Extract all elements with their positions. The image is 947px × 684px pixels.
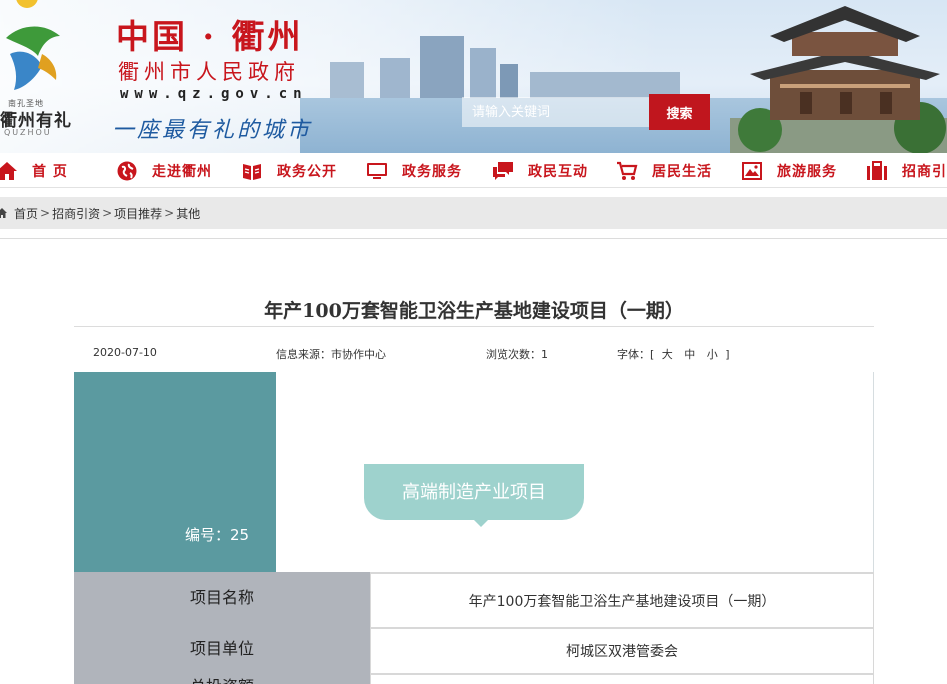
breadcrumb-separator: > [164,206,175,220]
search-box: 搜索 [462,94,710,130]
skyline-building [330,62,364,98]
font-bracket-open: [ [650,348,655,361]
briefcase-icon [867,160,887,180]
article-date: 2020-07-10 [93,346,157,359]
main-nav: 首 页 走进衢州 政务公开 政务服务 政民互动 居民生活 旅游服务 招商引 [0,153,947,188]
nav-label: 政民互动 [528,163,588,180]
article-source: 信息来源：市协作中心 [276,346,386,362]
breadcrumb: 首页 > 招商引资 > 项目推荐 > 其他 [0,197,200,229]
nav-item-living[interactable]: 居民生活 [616,153,712,188]
nav-item-tourism[interactable]: 旅游服务 [741,153,837,188]
info-value: 柯城区双港管委会 [370,627,874,673]
nav-item-services[interactable]: 政务服务 [366,153,462,188]
site-title: 中国 · 衢州 [116,17,304,56]
picture-icon [742,161,762,180]
views-value: 1 [541,348,548,361]
hero-left-panel: 编号：25 [74,372,276,572]
breadcrumb-bar: 首页 > 招商引资 > 项目推荐 > 其他 [0,197,947,229]
monitor-icon [367,162,387,179]
skyline-building [470,48,496,98]
info-key: 总投资额 [74,673,370,684]
info-value: 年产100万套智能卫浴生产基地建设项目（一期） [370,572,874,627]
info-row-name: 项目名称 年产100万套智能卫浴生产基地建设项目（一期） [74,572,874,627]
info-key: 项目单位 [74,627,370,673]
breadcrumb-link-home[interactable]: 首页 [14,205,38,222]
skyline-building [420,36,464,98]
project-hero: 编号：25 高端制造产业项目 [74,372,874,572]
breadcrumb-link-other[interactable]: 其他 [176,205,200,222]
home-icon [0,208,7,218]
home-icon [0,161,17,180]
divider [74,326,874,327]
logo-en-text: QUZHOU [4,128,52,137]
logo-mark-icon [6,26,60,90]
search-button[interactable]: 搜索 [649,94,710,130]
info-key: 项目名称 [74,572,370,627]
project-category: 高端制造产业项目 [402,482,546,503]
header-banner: 南孔圣地 衢州有礼 QUZHOU 中国 · 衢州 衢州市人民政府 www.qz.… [0,0,947,153]
pavilion-tower-icon [730,6,947,153]
nav-label: 旅游服务 [777,163,837,180]
globe-icon [117,161,137,180]
font-size-control: 字体：[ 大 中 小 ] [617,346,730,362]
site-url[interactable]: www.qz.gov.cn [120,86,308,102]
font-size-medium-button[interactable]: 中 [684,348,695,361]
nav-label: 居民生活 [652,163,712,180]
font-size-large-button[interactable]: 大 [662,348,673,361]
nav-item-open-affairs[interactable]: 政务公开 [241,153,337,188]
nav-item-about[interactable]: 走进衢州 [116,153,212,188]
nav-label: 走进衢州 [152,163,212,180]
nav-label: 政务公开 [277,163,337,180]
site-slogan: 一座最有礼的城市 [112,118,313,143]
category-bubble-tip [472,518,490,527]
chat-icon [493,161,513,180]
breadcrumb-link-projects[interactable]: 项目推荐 [114,205,162,222]
source-value: 市协作中心 [331,348,386,361]
info-value [370,673,874,684]
nav-label: 政务服务 [402,163,462,180]
nav-item-home[interactable]: 首 页 [0,153,68,188]
font-label: 字体： [617,348,650,361]
search-input[interactable] [462,97,649,127]
skyline-building [380,58,410,98]
nav-label: 首 页 [32,163,68,180]
views-label: 浏览次数： [486,348,541,361]
nav-item-investment[interactable]: 招商引 [866,153,947,188]
skyline-building [500,64,518,98]
divider [0,238,947,239]
article-title: 年产100万套智能卫浴生产基地建设项目（一期） [264,300,684,322]
font-size-small-button[interactable]: 小 [707,348,718,361]
breadcrumb-separator: > [40,206,51,220]
info-row-unit: 项目单位 柯城区双港管委会 [74,627,874,673]
font-bracket-close: ] [725,348,730,361]
book-icon [243,163,261,180]
breadcrumb-link-investment[interactable]: 招商引资 [52,205,100,222]
project-code: 编号：25 [185,526,250,544]
article-views: 浏览次数：1 [486,346,548,362]
site-subtitle: 衢州市人民政府 [118,60,300,84]
info-row-investment: 总投资额 [74,673,874,684]
nav-label: 招商引 [902,163,947,180]
nav-item-interaction[interactable]: 政民互动 [492,153,588,188]
breadcrumb-separator: > [102,206,113,220]
source-label: 信息来源： [276,348,331,361]
cart-icon [617,161,638,180]
